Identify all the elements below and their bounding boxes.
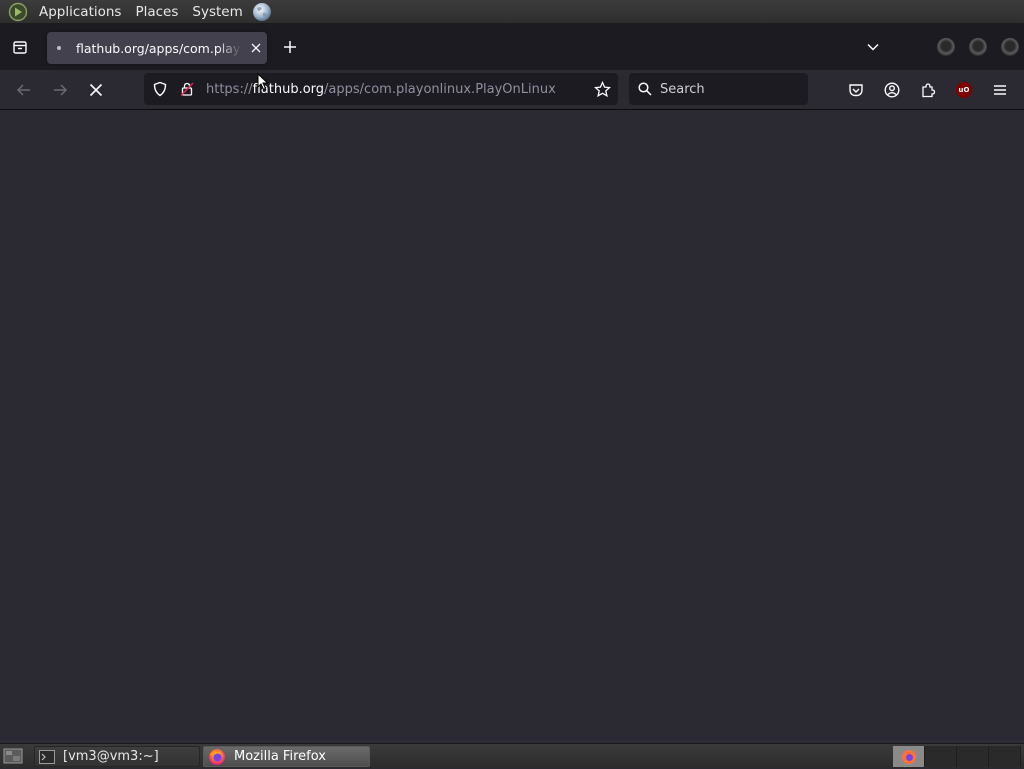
close-window-button[interactable] <box>1001 38 1019 56</box>
tab-loading-indicator <box>57 46 61 50</box>
stop-loading-button[interactable] <box>80 74 112 106</box>
url-scheme: https:// <box>206 81 253 97</box>
arrow-right-icon <box>54 84 68 96</box>
account-button[interactable] <box>876 74 908 106</box>
chevron-down-icon <box>867 43 879 51</box>
page-content-area[interactable] <box>0 111 1024 743</box>
arrow-left-icon <box>16 84 30 96</box>
close-icon[interactable] <box>246 38 266 58</box>
show-desktop-icon[interactable] <box>3 748 23 765</box>
tab-flathub[interactable]: flathub.org/apps/com.playonlinux.PlayOnL… <box>47 32 267 64</box>
url-path: /apps/com.playonlinux.PlayOnLinux4 <box>324 81 556 97</box>
minimize-button[interactable] <box>937 38 955 56</box>
search-icon <box>638 82 652 96</box>
firefox-view-icon[interactable] <box>6 33 34 61</box>
search-bar[interactable] <box>629 73 808 105</box>
url-bar[interactable]: https://flathub.org/apps/com.playonlinux… <box>144 73 618 105</box>
workspace-3[interactable] <box>957 746 989 767</box>
bookmark-star-icon[interactable] <box>591 78 613 100</box>
firefox-icon <box>208 748 226 766</box>
terminal-icon <box>39 749 55 764</box>
stop-icon <box>89 83 103 97</box>
taskbar-item-label: [vm3@vm3:~] <box>63 749 159 764</box>
bottom-panel: [vm3@vm3:~] Mozilla Firefox <box>0 743 1024 768</box>
workspace-2[interactable] <box>925 746 957 767</box>
ublock-origin-icon: uO <box>956 82 972 98</box>
system-menu[interactable]: System <box>185 0 249 24</box>
taskbar-item-terminal[interactable]: [vm3@vm3:~] <box>34 746 200 767</box>
distro-logo-icon[interactable] <box>8 2 28 22</box>
taskbar-item-label: Mozilla Firefox <box>234 749 326 764</box>
tab-strip: flathub.org/apps/com.playonlinux.PlayOnL… <box>0 24 1024 70</box>
workspace-4[interactable] <box>989 746 1021 767</box>
forward-button[interactable] <box>44 74 76 106</box>
account-icon <box>884 82 900 98</box>
tracking-protection-shield-icon[interactable] <box>149 78 171 100</box>
taskbar-item-firefox[interactable]: Mozilla Firefox <box>203 746 370 767</box>
pocket-icon <box>849 84 863 97</box>
pocket-button[interactable] <box>840 74 872 106</box>
web-browser-globe-icon[interactable] <box>252 2 272 22</box>
workspace-switcher <box>893 746 1023 767</box>
top-panel: Applications Places System <box>0 0 1024 24</box>
firefox-icon <box>901 749 916 764</box>
app-menu-button[interactable] <box>984 74 1016 106</box>
maximize-button[interactable] <box>969 38 987 56</box>
ublock-origin-button[interactable]: uO <box>948 74 980 106</box>
workspace-1[interactable] <box>893 746 925 767</box>
tab-title: flathub.org/apps/com.playonlinux.PlayOnL… <box>76 40 242 56</box>
navigation-toolbar: https://flathub.org/apps/com.playonlinux… <box>0 70 1024 110</box>
search-input[interactable] <box>658 80 798 98</box>
extensions-icon <box>922 83 936 98</box>
back-button[interactable] <box>8 74 40 106</box>
plus-icon <box>284 41 296 53</box>
new-tab-button[interactable] <box>276 33 304 61</box>
places-menu[interactable]: Places <box>128 0 185 24</box>
extensions-button[interactable] <box>912 74 944 106</box>
lock-insecure-icon[interactable] <box>176 78 198 100</box>
applications-menu[interactable]: Applications <box>32 0 128 24</box>
list-all-tabs-button[interactable] <box>859 33 887 61</box>
hamburger-menu-icon <box>994 85 1006 95</box>
mouse-cursor-icon <box>257 73 269 91</box>
